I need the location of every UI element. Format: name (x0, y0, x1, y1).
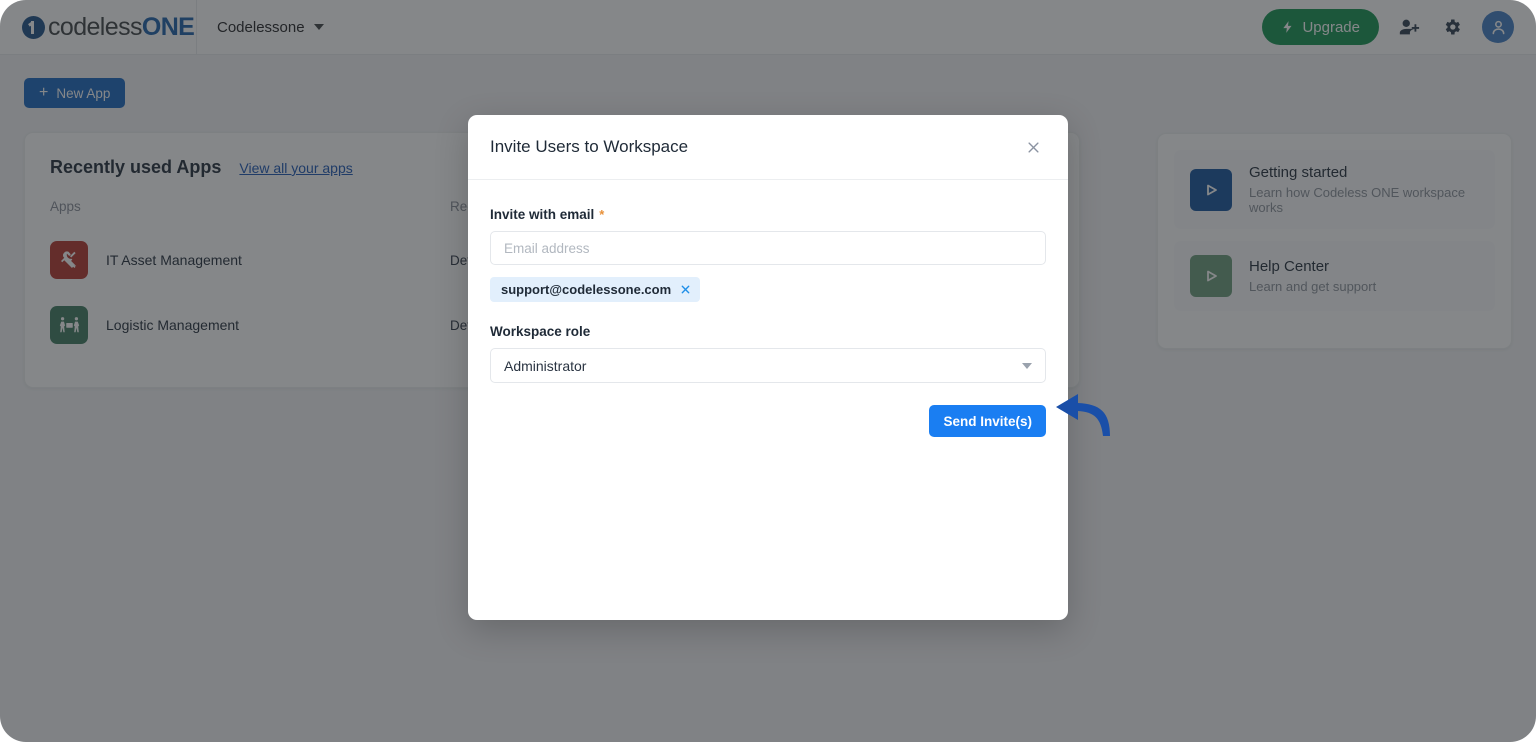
modal-header: Invite Users to Workspace (468, 115, 1068, 180)
remove-email-chip-button[interactable] (680, 283, 691, 297)
invite-users-modal: Invite Users to Workspace Invite with em… (468, 115, 1068, 620)
email-input[interactable] (490, 231, 1046, 265)
email-chip-label: support@codelessone.com (501, 282, 672, 297)
modal-body: Invite with email * support@codelessone.… (468, 180, 1068, 437)
close-icon (1027, 141, 1039, 153)
modal-title: Invite Users to Workspace (490, 137, 689, 156)
email-chip-list: support@codelessone.com (490, 277, 1046, 302)
workspace-role-label: Workspace role (490, 324, 591, 339)
close-button[interactable] (1020, 134, 1046, 160)
email-label-text: Invite with email (490, 207, 595, 222)
app-window: codelessONE Codelessone Upgrade (0, 0, 1536, 742)
required-marker: * (599, 207, 605, 222)
email-chip[interactable]: support@codelessone.com (490, 277, 701, 302)
send-invites-button[interactable]: Send Invite(s) (929, 405, 1046, 437)
workspace-role-select[interactable]: Administrator (490, 348, 1046, 383)
email-field-label: Invite with email * (490, 207, 1046, 222)
close-icon (681, 285, 690, 293)
modal-actions: Send Invite(s) (490, 405, 1046, 437)
chevron-down-icon (1022, 362, 1032, 369)
workspace-role-value: Administrator (504, 357, 587, 374)
